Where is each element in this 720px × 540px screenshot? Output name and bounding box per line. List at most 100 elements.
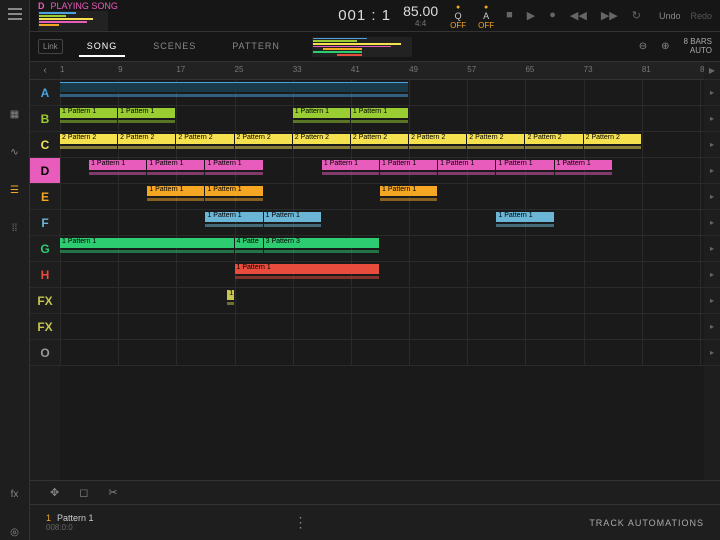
fx-icon[interactable]: fx <box>7 486 23 502</box>
track-row[interactable]: 1 Pattern 11 Pattern 11 Pattern 1 <box>60 210 704 236</box>
track-row[interactable] <box>60 340 704 366</box>
clip[interactable]: 1 Pattern 1 <box>235 264 379 274</box>
track-label-h[interactable]: H <box>30 262 60 288</box>
track-label-c[interactable]: C <box>30 132 60 158</box>
clip[interactable]: 1 Pattern 1 <box>293 108 350 118</box>
clip[interactable]: 2 Pattern 2 <box>584 134 641 144</box>
loop-button[interactable]: ↻ <box>632 9 641 22</box>
select-tool-icon[interactable]: ◻ <box>79 486 88 499</box>
expand-track-icon[interactable]: ▸ <box>704 236 720 262</box>
clip[interactable]: 1 Pattern 1 <box>496 212 553 222</box>
clip[interactable]: 1 Pattern 1 <box>147 160 204 170</box>
track-automations-button[interactable]: TRACK AUTOMATIONS <box>589 518 704 528</box>
track-row[interactable]: 1 Pattern 1 <box>60 262 704 288</box>
clip[interactable]: 2 Pattern 2 <box>176 134 233 144</box>
mini-preview[interactable] <box>38 11 108 31</box>
menu-icon[interactable] <box>7 6 23 22</box>
clip[interactable]: 1 Pattern 1 <box>147 186 204 196</box>
track-row[interactable]: 2 Pattern 22 Pattern 22 Pattern 22 Patte… <box>60 132 704 158</box>
expand-track-icon[interactable]: ▸ <box>704 314 720 340</box>
expand-track-icon[interactable]: ▸ <box>704 184 720 210</box>
track-row[interactable] <box>60 80 704 106</box>
zoom-out-icon[interactable]: ⊖ <box>639 41 647 52</box>
wave-icon[interactable]: ∿ <box>7 144 23 160</box>
play-button[interactable]: ▶ <box>527 9 535 22</box>
stop-button[interactable]: ■ <box>506 9 513 22</box>
expand-track-icon[interactable]: ▸ <box>704 106 720 132</box>
arrange-grid[interactable]: 1917253341495765738189 1 Pattern 11 Patt… <box>60 62 704 480</box>
expand-track-icon[interactable]: ▸ <box>704 340 720 366</box>
clip[interactable]: 2 Pattern 2 <box>293 134 350 144</box>
time-ruler[interactable]: 1917253341495765738189 <box>60 62 704 80</box>
record-icon[interactable]: ◎ <box>7 524 23 540</box>
track-row[interactable] <box>60 314 704 340</box>
clip[interactable]: 1 <box>227 290 233 300</box>
clip[interactable]: 4 Patte <box>235 238 263 248</box>
song-overview[interactable] <box>312 37 412 57</box>
cut-tool-icon[interactable]: ✂ <box>108 486 117 499</box>
sliders-icon[interactable]: ⁞⁞ <box>7 220 23 236</box>
undo-button[interactable]: Undo <box>659 11 681 21</box>
pointer-tool-icon[interactable]: ✥ <box>50 486 59 499</box>
clip[interactable]: 1 Pattern 1 <box>264 212 321 222</box>
link-button[interactable]: Link <box>38 39 63 54</box>
clip[interactable]: 2 Pattern 2 <box>525 134 582 144</box>
track-label-e[interactable]: E <box>30 184 60 210</box>
more-icon[interactable]: ⋮ <box>294 514 310 531</box>
clip[interactable]: 1 Pattern 1 <box>89 160 146 170</box>
zoom-in-icon[interactable]: ⊕ <box>661 41 669 52</box>
expand-track-icon[interactable]: ▸ <box>704 132 720 158</box>
track-row[interactable]: 1 Pattern 11 Pattern 11 Pattern 1 <box>60 184 704 210</box>
pattern-info[interactable]: 1Pattern 1 008:0:0 <box>46 513 94 532</box>
clip[interactable]: 1 Pattern 1 <box>60 238 234 248</box>
clip[interactable]: 3 Pattern 3 <box>264 238 379 248</box>
clip[interactable]: 1 Pattern 1 <box>60 108 117 118</box>
clip[interactable]: 1 Pattern 1 <box>322 160 379 170</box>
expand-track-icon[interactable]: ▸ <box>704 210 720 236</box>
rewind-button[interactable]: ◀◀ <box>570 9 587 22</box>
redo-button[interactable]: Redo <box>690 11 712 21</box>
track-row[interactable]: 1 Pattern 11 Pattern 11 Pattern 11 Patte… <box>60 106 704 132</box>
expand-track-icon[interactable]: ▸ <box>704 80 720 106</box>
clip[interactable]: 2 Pattern 2 <box>409 134 466 144</box>
track-label-fx[interactable]: FX <box>30 314 60 340</box>
arrange-icon[interactable]: ☰ <box>7 182 23 198</box>
tab-pattern[interactable]: PATTERN <box>224 37 288 57</box>
clip[interactable] <box>60 82 408 92</box>
track-row[interactable]: 1 <box>60 288 704 314</box>
clip[interactable]: 2 Pattern 2 <box>118 134 175 144</box>
bars-setting[interactable]: 8 BARS AUTO <box>684 38 712 56</box>
expand-track-icon[interactable]: ▸ <box>704 288 720 314</box>
clip[interactable]: 1 Pattern 1 <box>555 160 612 170</box>
expand-track-icon[interactable]: ▸ <box>704 158 720 184</box>
track-row[interactable]: 1 Pattern 14 Patte3 Pattern 3 <box>60 236 704 262</box>
forward-button[interactable]: ▶▶ <box>601 9 618 22</box>
clip[interactable]: 2 Pattern 2 <box>351 134 408 144</box>
clip[interactable]: 2 Pattern 2 <box>467 134 524 144</box>
clip[interactable]: 2 Pattern 2 <box>60 134 117 144</box>
clip[interactable]: 1 Pattern 1 <box>118 108 175 118</box>
quantize-toggle[interactable]: ● Q OFF <box>450 1 466 30</box>
record-button[interactable]: ● <box>549 9 556 22</box>
clip[interactable]: 1 Pattern 1 <box>205 160 262 170</box>
expand-track-icon[interactable]: ▸ <box>704 262 720 288</box>
track-label-d[interactable]: D <box>30 158 60 184</box>
track-row[interactable]: 1 Pattern 11 Pattern 11 Pattern 11 Patte… <box>60 158 704 184</box>
grid-icon[interactable]: ▦ <box>7 106 23 122</box>
clip[interactable]: 1 Pattern 1 <box>438 160 495 170</box>
track-label-b[interactable]: B <box>30 106 60 132</box>
back-button[interactable]: ‹ <box>30 62 60 80</box>
tab-scenes[interactable]: SCENES <box>145 37 204 57</box>
position-display[interactable]: 001 : 1 <box>338 7 391 24</box>
track-label-a[interactable]: A <box>30 80 60 106</box>
arp-toggle[interactable]: ● A OFF <box>478 1 494 30</box>
clip[interactable]: 1 Pattern 1 <box>351 108 408 118</box>
clip[interactable]: 1 Pattern 1 <box>380 160 437 170</box>
tab-song[interactable]: SONG <box>79 37 126 57</box>
clip[interactable]: 1 Pattern 1 <box>205 212 262 222</box>
track-label-g[interactable]: G <box>30 236 60 262</box>
play-all-icon[interactable]: ▶ <box>704 62 720 80</box>
track-label-o[interactable]: O <box>30 340 60 366</box>
tempo-display[interactable]: 85.00 4:4 <box>403 3 438 28</box>
track-label-f[interactable]: F <box>30 210 60 236</box>
